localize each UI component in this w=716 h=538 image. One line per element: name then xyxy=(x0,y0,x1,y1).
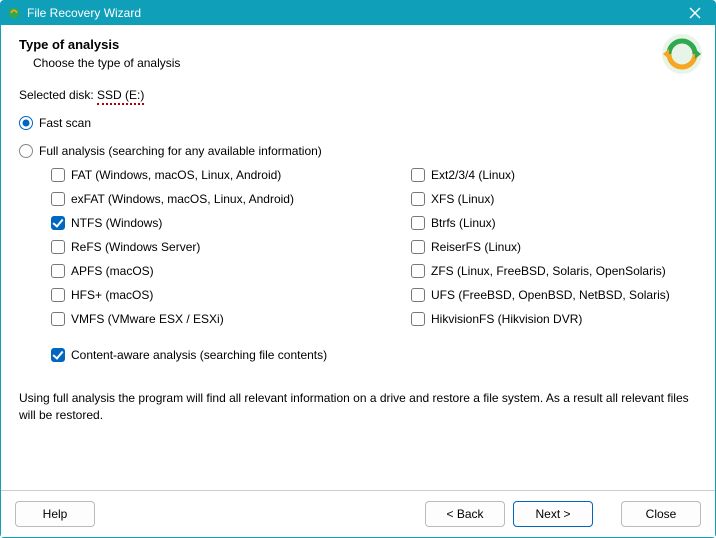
content-aware-checkbox[interactable]: Content-aware analysis (searching file c… xyxy=(51,348,697,362)
filesystem-label: HikvisionFS (Hikvision DVR) xyxy=(431,312,582,326)
filesystem-checkbox-apfs[interactable]: APFS (macOS) xyxy=(51,264,411,278)
full-analysis-radio[interactable]: Full analysis (searching for any availab… xyxy=(19,144,697,158)
filesystem-checkbox-vmfs[interactable]: VMFS (VMware ESX / ESXi) xyxy=(51,312,411,326)
next-button[interactable]: Next > xyxy=(513,501,593,527)
checkbox-icon xyxy=(51,288,65,302)
filesystem-label: Ext2/3/4 (Linux) xyxy=(431,168,515,182)
checkbox-icon xyxy=(411,192,425,206)
filesystem-grid: FAT (Windows, macOS, Linux, Android) Ext2… xyxy=(51,168,697,326)
filesystem-label: HFS+ (macOS) xyxy=(71,288,153,302)
filesystem-label: XFS (Linux) xyxy=(431,192,494,206)
fast-scan-label: Fast scan xyxy=(39,116,91,130)
selected-disk-label: Selected disk: xyxy=(19,88,97,102)
checkbox-icon xyxy=(411,312,425,326)
filesystem-label: VMFS (VMware ESX / ESXi) xyxy=(71,312,224,326)
content-aware-label: Content-aware analysis (searching file c… xyxy=(71,348,327,362)
filesystem-checkbox-refs[interactable]: ReFS (Windows Server) xyxy=(51,240,411,254)
checkbox-icon xyxy=(51,216,65,230)
titlebar: File Recovery Wizard xyxy=(1,1,715,25)
checkbox-icon xyxy=(411,216,425,230)
filesystem-checkbox-zfs[interactable]: ZFS (Linux, FreeBSD, Solaris, OpenSolari… xyxy=(411,264,697,278)
filesystem-label: ReFS (Windows Server) xyxy=(71,240,200,254)
filesystem-label: APFS (macOS) xyxy=(71,264,154,278)
close-window-button[interactable] xyxy=(681,3,709,23)
filesystem-checkbox-hikvision[interactable]: HikvisionFS (Hikvision DVR) xyxy=(411,312,697,326)
checkbox-icon xyxy=(411,264,425,278)
filesystem-checkbox-ext[interactable]: Ext2/3/4 (Linux) xyxy=(411,168,697,182)
filesystem-label: ReiserFS (Linux) xyxy=(431,240,521,254)
filesystem-label: UFS (FreeBSD, OpenBSD, NetBSD, Solaris) xyxy=(431,288,670,302)
back-button[interactable]: < Back xyxy=(425,501,505,527)
selected-disk-row: Selected disk: SSD (E:) xyxy=(19,88,697,102)
wizard-content: Selected disk: SSD (E:) Fast scan Full a… xyxy=(1,82,715,424)
wizard-icon xyxy=(659,31,705,77)
radio-icon xyxy=(19,116,33,130)
app-icon xyxy=(7,6,21,20)
selected-disk-link[interactable]: SSD (E:) xyxy=(97,88,144,105)
filesystem-checkbox-ufs[interactable]: UFS (FreeBSD, OpenBSD, NetBSD, Solaris) xyxy=(411,288,697,302)
filesystem-label: NTFS (Windows) xyxy=(71,216,162,230)
checkbox-icon xyxy=(411,240,425,254)
filesystem-checkbox-ntfs[interactable]: NTFS (Windows) xyxy=(51,216,411,230)
filesystem-checkbox-exfat[interactable]: exFAT (Windows, macOS, Linux, Android) xyxy=(51,192,411,206)
checkbox-icon xyxy=(51,264,65,278)
help-button[interactable]: Help xyxy=(15,501,95,527)
checkbox-icon xyxy=(51,192,65,206)
page-heading: Type of analysis xyxy=(19,37,697,52)
checkbox-icon xyxy=(51,312,65,326)
filesystem-checkbox-xfs[interactable]: XFS (Linux) xyxy=(411,192,697,206)
checkbox-icon xyxy=(51,240,65,254)
window-title: File Recovery Wizard xyxy=(27,6,681,20)
radio-icon xyxy=(19,144,33,158)
page-subtitle: Choose the type of analysis xyxy=(33,56,697,70)
filesystem-checkbox-fat[interactable]: FAT (Windows, macOS, Linux, Android) xyxy=(51,168,411,182)
filesystem-label: FAT (Windows, macOS, Linux, Android) xyxy=(71,168,281,182)
close-button[interactable]: Close xyxy=(621,501,701,527)
wizard-header: Type of analysis Choose the type of anal… xyxy=(1,25,715,82)
checkbox-icon xyxy=(411,288,425,302)
filesystem-label: exFAT (Windows, macOS, Linux, Android) xyxy=(71,192,294,206)
filesystem-checkbox-hfs[interactable]: HFS+ (macOS) xyxy=(51,288,411,302)
checkbox-icon xyxy=(51,348,65,362)
checkbox-icon xyxy=(411,168,425,182)
filesystem-label: Btrfs (Linux) xyxy=(431,216,496,230)
filesystem-checkbox-btrfs[interactable]: Btrfs (Linux) xyxy=(411,216,697,230)
wizard-footer: Help < Back Next > Close xyxy=(1,490,715,537)
fast-scan-radio[interactable]: Fast scan xyxy=(19,116,697,130)
info-text: Using full analysis the program will fin… xyxy=(19,390,697,424)
filesystem-checkbox-reiserfs[interactable]: ReiserFS (Linux) xyxy=(411,240,697,254)
full-analysis-label: Full analysis (searching for any availab… xyxy=(39,144,322,158)
filesystem-label: ZFS (Linux, FreeBSD, Solaris, OpenSolari… xyxy=(431,264,666,278)
checkbox-icon xyxy=(51,168,65,182)
